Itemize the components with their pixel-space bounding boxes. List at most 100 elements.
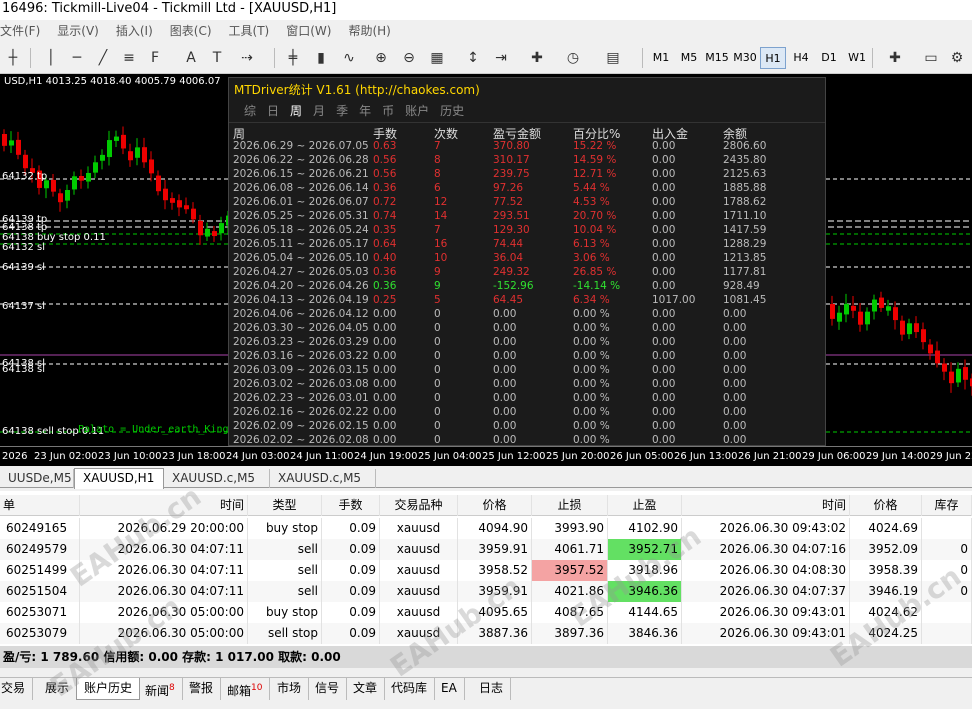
column-header[interactable]: 手数	[322, 495, 380, 516]
candlestick-icon[interactable]: ▮	[310, 47, 332, 69]
column-header[interactable]: 时间	[682, 495, 850, 516]
terminal-tab[interactable]: 新闻8	[138, 678, 183, 700]
column-header[interactable]: 止损	[532, 495, 608, 516]
timeframe-m30-button[interactable]: M30	[732, 47, 758, 69]
terminal-tab[interactable]: 邮箱10	[220, 678, 271, 700]
column-header[interactable]: 价格	[850, 495, 922, 516]
menu-item[interactable]: 插入(I)	[116, 21, 153, 41]
stats-cell: 0.00 %	[573, 406, 610, 418]
period-clock-icon[interactable]: ◷	[562, 47, 584, 69]
column-header[interactable]: 单	[0, 495, 80, 516]
arrows-icon[interactable]: ⇢	[236, 47, 258, 69]
line-chart-icon[interactable]: ∿	[338, 47, 360, 69]
terminal-tab[interactable]: 市场	[270, 678, 310, 700]
table-row[interactable]: 60251504 2026.06.30 04:07:11 sell 0.09 xauus…	[0, 581, 972, 602]
mtdriver-stats-panel[interactable]: MTDriver统计 V1.61 (http://chaokes.com) 综日…	[228, 77, 826, 446]
zoom-out-icon[interactable]: ⊖	[398, 47, 420, 69]
chart-tab[interactable]: XAUUSD,H1	[74, 468, 164, 489]
timeframe-h4-button[interactable]: H4	[788, 47, 814, 69]
channel-icon[interactable]: ≡	[118, 47, 140, 69]
terminal-tab[interactable]: 警报	[182, 678, 222, 700]
fibonacci-icon[interactable]: F	[144, 47, 166, 69]
terminal-tab[interactable]: 信号	[308, 678, 348, 700]
column-header[interactable]: 交易品种	[380, 495, 458, 516]
stats-cell: 0.00	[652, 322, 676, 334]
timeframe-w1-button[interactable]: W1	[844, 47, 870, 69]
trendline-icon[interactable]: ╱	[92, 47, 114, 69]
timeframe-d1-button[interactable]: D1	[816, 47, 842, 69]
column-header[interactable]: 库存	[922, 495, 972, 516]
table-cell-lots: 0.09	[322, 518, 380, 539]
stats-cell: 2026.05.04 ~ 2026.05.10	[233, 252, 369, 264]
candle-body	[170, 198, 175, 203]
stats-cell: 0.00	[493, 378, 517, 390]
terminal-tab[interactable]: 交易	[0, 678, 34, 700]
text-icon[interactable]: A	[180, 47, 202, 69]
chart-tab[interactable]: XAUUSD.c,M5	[270, 469, 376, 488]
stats-cell: 2026.02.02 ~ 2026.02.08	[233, 434, 369, 446]
label-icon[interactable]: T	[206, 47, 228, 69]
stats-cell: 0.00	[373, 434, 397, 446]
vertical-line-icon[interactable]: │	[40, 47, 62, 69]
stats-tab[interactable]: 账户	[405, 104, 429, 118]
table-row[interactable]: 60251499 2026.06.30 04:07:11 sell 0.09 xauus…	[0, 560, 972, 581]
stats-cell: 2125.63	[723, 168, 767, 180]
column-header[interactable]: 时间	[80, 495, 248, 516]
stats-row: 2026.02.02 ~ 2026.02.08 0.00 0 0.00 0.00 % 0.…	[229, 433, 825, 446]
table-row[interactable]: 60249579 2026.06.30 04:07:11 sell 0.09 xauus…	[0, 539, 972, 560]
stats-cell: 2806.60	[723, 140, 767, 152]
bar-chart-icon[interactable]: ╪	[282, 47, 304, 69]
stats-row: 2026.04.13 ~ 2026.04.19 0.25 5 64.45 6.34 % 1…	[229, 293, 825, 307]
column-header[interactable]: 类型	[248, 495, 322, 516]
stats-tab[interactable]: 历史	[440, 104, 464, 118]
stats-tab[interactable]: 综	[244, 104, 256, 118]
stats-tab[interactable]: 周	[290, 104, 302, 118]
terminal-tab-label: 文章	[353, 681, 378, 695]
table-cell-sl: 4021.86	[532, 581, 608, 602]
menu-item[interactable]: 显示(V)	[57, 21, 99, 41]
timeframe-m1-button[interactable]: M1	[648, 47, 674, 69]
column-header[interactable]: 价格	[458, 495, 532, 516]
column-header[interactable]: 止盈	[608, 495, 682, 516]
chart-tab[interactable]: XAUUSD.c,M5	[164, 469, 270, 488]
timeframe-m15-button[interactable]: M15	[704, 47, 730, 69]
crosshair-icon[interactable]: ┼	[2, 47, 24, 69]
zoom-in-icon[interactable]: ⊕	[370, 47, 392, 69]
settings-icon[interactable]: ⚙	[946, 47, 968, 69]
stats-cell: 10	[434, 252, 448, 264]
terminal-tab[interactable]: 文章	[346, 678, 386, 700]
templates-icon[interactable]: ▤	[602, 47, 624, 69]
new-order-icon[interactable]: ✚	[884, 47, 906, 69]
time-axis: 2026 23 Jun 02:00 23 Jun 10:00 23 Jun 18:00…	[0, 446, 972, 466]
chart-tab[interactable]: UUSDe,M5	[0, 469, 74, 488]
menu-item[interactable]: 工具(T)	[229, 21, 270, 41]
menu-item[interactable]: 窗口(W)	[286, 21, 331, 41]
stats-row: 2026.02.23 ~ 2026.03.01 0.00 0 0.00 0.00 % 0.…	[229, 391, 825, 405]
table-row[interactable]: 60253071 2026.06.30 05:00:00 buy stop 0.09 x…	[0, 602, 972, 623]
menu-item[interactable]: 帮助(H)	[348, 21, 390, 41]
tile-windows-icon[interactable]: ▦	[426, 47, 448, 69]
table-cell-open-time: 2026.06.30 04:07:11	[80, 560, 248, 581]
menu-item[interactable]: 文件(F)	[0, 21, 40, 41]
stats-tab[interactable]: 月	[313, 104, 325, 118]
timeframe-m5-button[interactable]: M5	[676, 47, 702, 69]
terminal-tab[interactable]: 代码库	[384, 678, 436, 700]
stats-tab[interactable]: 日	[267, 104, 279, 118]
stats-tab[interactable]: 年	[359, 104, 371, 118]
horizontal-line-icon[interactable]: ─	[66, 47, 88, 69]
menu-item[interactable]: 图表(C)	[170, 21, 212, 41]
terminal-tab[interactable]: EA	[434, 678, 465, 700]
table-row[interactable]: 60249165 2026.06.29 20:00:00 buy stop 0.09 x…	[0, 518, 972, 539]
window-icon[interactable]: ▭	[920, 47, 942, 69]
indicators-icon[interactable]: ✚	[526, 47, 548, 69]
terminal-tab[interactable]: 展示	[38, 678, 78, 700]
terminal-tab[interactable]: 账户历史	[76, 678, 141, 700]
autoscroll-icon[interactable]: ↕	[462, 47, 484, 69]
stats-tab[interactable]: 季	[336, 104, 348, 118]
chart-shift-icon[interactable]: ⇥	[490, 47, 512, 69]
table-row[interactable]: 60253079 2026.06.30 05:00:00 sell stop 0.09…	[0, 623, 972, 644]
stats-tab[interactable]: 币	[382, 104, 394, 118]
candle-body	[79, 175, 84, 181]
terminal-tab[interactable]: 日志	[472, 678, 512, 700]
timeframe-h1-button[interactable]: H1	[760, 47, 786, 69]
